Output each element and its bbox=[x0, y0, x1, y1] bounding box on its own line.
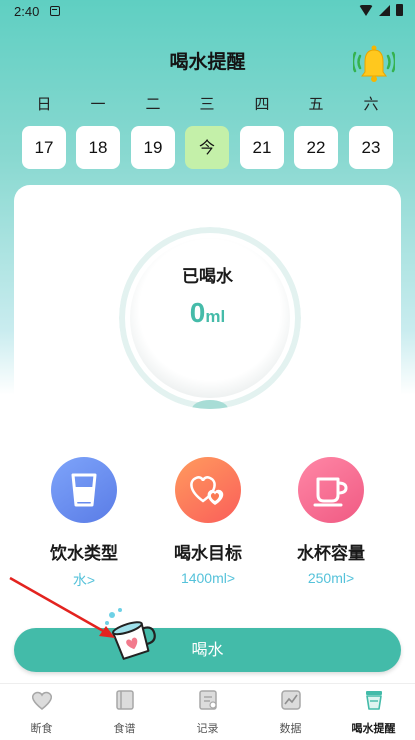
tab-data[interactable]: 数据 bbox=[249, 688, 332, 736]
intake-label: 已喝水 bbox=[182, 267, 233, 287]
mug-icon bbox=[298, 457, 364, 523]
heart-icon bbox=[31, 691, 52, 710]
weekday-tue: 二 bbox=[145, 95, 161, 113]
status-bar: 2:40 bbox=[0, 0, 415, 24]
hearts-icon bbox=[175, 457, 241, 523]
cup-capacity-option[interactable]: 水杯容量 250ml> bbox=[271, 457, 391, 586]
tab-recipes[interactable]: 食谱 bbox=[83, 688, 166, 736]
drink-goal-label: 喝水目标 bbox=[174, 544, 242, 564]
tab-fasting[interactable]: 断食 bbox=[0, 688, 83, 736]
date-cell[interactable]: 21 bbox=[240, 126, 284, 169]
drink-goal-value[interactable]: 1400ml> bbox=[148, 570, 268, 586]
tab-records[interactable]: 记录 bbox=[166, 688, 249, 736]
date-cell[interactable]: 18 bbox=[76, 126, 120, 169]
intake-unit: ml bbox=[205, 307, 226, 326]
weekday-thu: 四 bbox=[254, 95, 270, 113]
cup-capacity-value[interactable]: 250ml> bbox=[271, 570, 391, 586]
tab-label: 记录 bbox=[196, 722, 219, 735]
battery-icon bbox=[396, 4, 403, 16]
drink-type-label: 饮水类型 bbox=[50, 544, 118, 564]
date-cell[interactable]: 19 bbox=[131, 126, 175, 169]
date-cell-today[interactable]: 今 bbox=[185, 126, 229, 169]
tab-label: 喝水提醒 bbox=[351, 722, 396, 735]
weekday-wed: 三 bbox=[199, 95, 215, 113]
red-arrow-annotation bbox=[9, 576, 115, 638]
chart-icon bbox=[280, 690, 301, 710]
tab-label: 数据 bbox=[279, 722, 302, 735]
status-time: 2:40 bbox=[14, 4, 40, 19]
drink-goal-option[interactable]: 喝水目标 1400ml> bbox=[148, 457, 268, 586]
cup-capacity-label: 水杯容量 bbox=[297, 544, 365, 564]
notification-icon bbox=[50, 6, 60, 16]
weekday-mon: 一 bbox=[90, 95, 106, 113]
intake-amount: 0 bbox=[189, 297, 206, 328]
signal-icon bbox=[379, 4, 390, 16]
notes-icon bbox=[198, 690, 217, 710]
system-icons bbox=[359, 4, 403, 16]
book-icon bbox=[115, 690, 134, 710]
weekday-sun: 日 bbox=[36, 95, 52, 113]
weekday-sat: 六 bbox=[363, 95, 379, 113]
bottom-tab-bar: 断食 食谱 记录 数据 喝水提醒 bbox=[0, 683, 415, 740]
cup-icon bbox=[365, 691, 382, 710]
wifi-icon bbox=[359, 4, 373, 16]
date-cell[interactable]: 22 bbox=[294, 126, 338, 169]
weekday-fri: 五 bbox=[308, 95, 324, 113]
tab-label: 食谱 bbox=[113, 722, 136, 735]
date-cell[interactable]: 17 bbox=[22, 126, 66, 169]
date-cell[interactable]: 23 bbox=[349, 126, 393, 169]
tab-label: 断食 bbox=[30, 722, 53, 735]
intake-value: 0ml bbox=[0, 297, 415, 329]
bell-ringing-icon[interactable] bbox=[351, 42, 397, 84]
tab-water-reminder[interactable]: 喝水提醒 bbox=[332, 688, 415, 736]
water-glass-icon bbox=[51, 457, 117, 523]
